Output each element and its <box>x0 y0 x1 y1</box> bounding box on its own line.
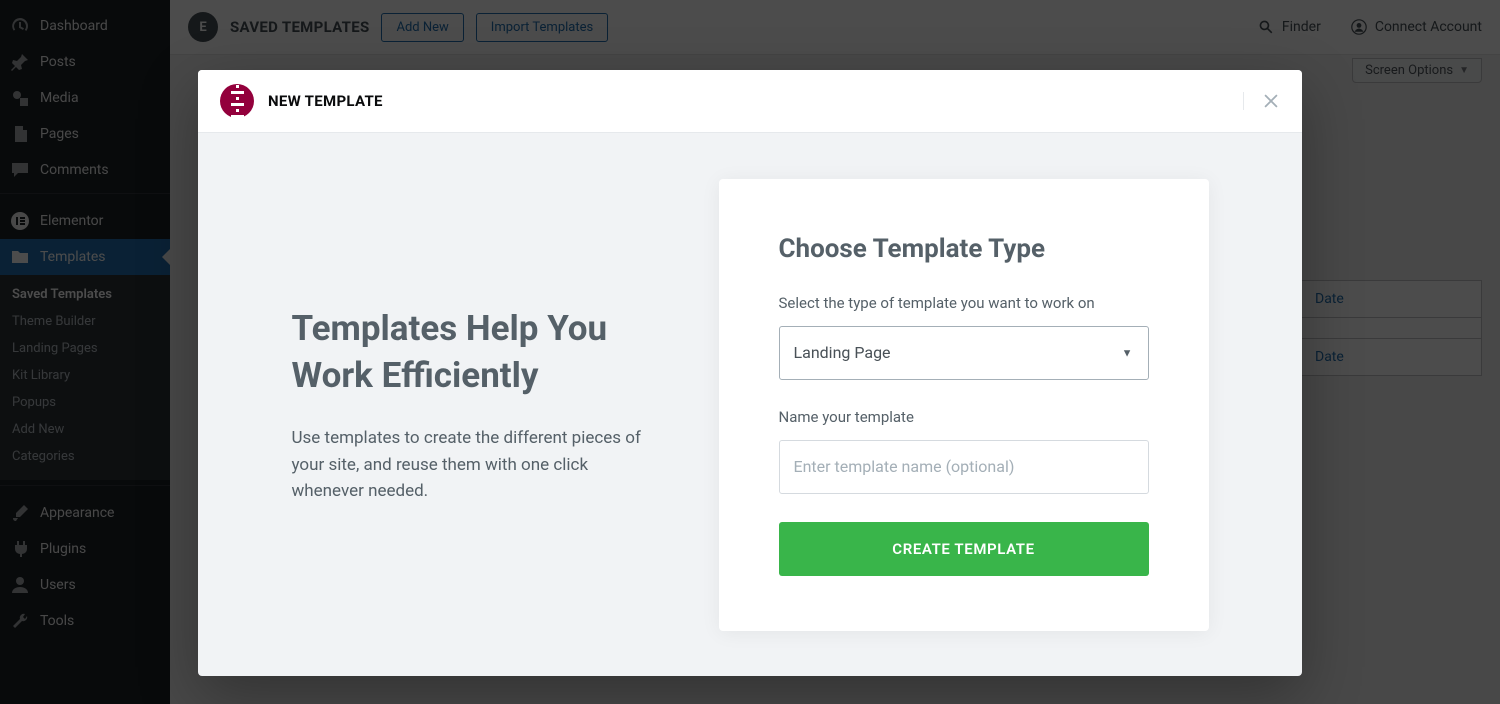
template-type-select[interactable]: Landing Page <box>779 326 1149 380</box>
create-template-button[interactable]: CREATE TEMPLATE <box>779 522 1149 576</box>
modal-header: NEW TEMPLATE <box>198 70 1302 133</box>
modal-description: Use templates to create the different pi… <box>292 425 652 504</box>
template-type-select-wrap: Landing Page ▼ <box>779 326 1149 380</box>
modal-heading: Templates Help You Work Efficiently <box>292 305 652 400</box>
close-icon <box>1262 92 1280 110</box>
modal-close-button[interactable] <box>1243 92 1280 110</box>
elementor-logo-icon <box>220 84 254 118</box>
template-type-label: Select the type of template you want to … <box>779 294 1149 312</box>
form-title: Choose Template Type <box>779 234 1149 264</box>
modal-title: NEW TEMPLATE <box>268 92 383 110</box>
new-template-modal: NEW TEMPLATE Templates Help You Work Eff… <box>198 70 1302 676</box>
template-name-label: Name your template <box>779 408 1149 426</box>
template-form: Choose Template Type Select the type of … <box>719 179 1209 631</box>
template-name-input[interactable] <box>779 440 1149 494</box>
modal-intro: Templates Help You Work Efficiently Use … <box>292 305 652 505</box>
modal-body: Templates Help You Work Efficiently Use … <box>198 133 1302 676</box>
